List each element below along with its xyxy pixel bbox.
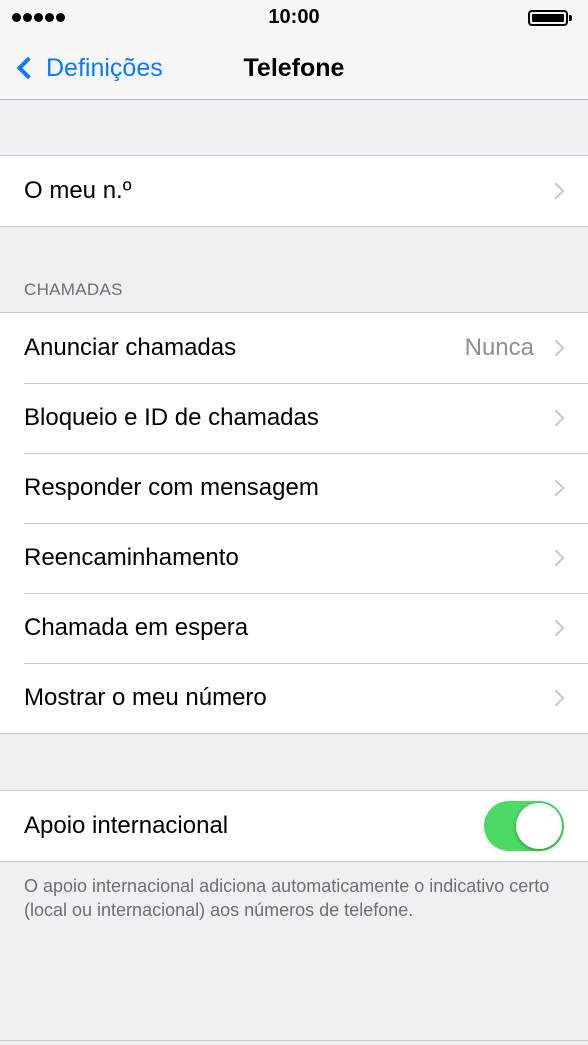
row-label: Anunciar chamadas xyxy=(24,334,237,361)
chevron-right-icon xyxy=(547,182,565,200)
row-label: Chamada em espera xyxy=(24,614,249,641)
row-respond-with-message[interactable]: Responder com mensagem xyxy=(0,453,588,523)
row-value: Nunca xyxy=(464,334,534,361)
toggle-knob xyxy=(516,803,562,849)
battery-full-icon xyxy=(528,10,572,26)
row-label: Bloqueio e ID de chamadas xyxy=(24,404,319,431)
chevron-right-icon xyxy=(547,689,565,707)
calls-group: Anunciar chamadas Nunca Bloqueio e ID de… xyxy=(0,312,588,734)
row-my-number[interactable]: O meu n.º xyxy=(0,156,588,226)
international-group: Apoio internacional xyxy=(0,790,588,862)
row-label: O meu n.º xyxy=(24,177,132,204)
my-number-group: O meu n.º xyxy=(0,155,588,227)
international-assist-toggle[interactable] xyxy=(484,801,564,851)
row-call-waiting[interactable]: Chamada em espera xyxy=(0,593,588,663)
row-announce-calls[interactable]: Anunciar chamadas Nunca xyxy=(0,313,588,383)
row-label: Reencaminhamento xyxy=(24,544,239,571)
row-show-my-caller-id[interactable]: Mostrar o meu número xyxy=(0,663,588,733)
international-footer-note: O apoio internacional adiciona automatic… xyxy=(24,876,550,920)
row-international-assist: Apoio internacional xyxy=(0,791,588,861)
navigation-bar: Definições Telefone xyxy=(0,36,588,100)
chevron-right-icon xyxy=(547,339,565,357)
chevron-right-icon xyxy=(547,619,565,637)
row-label: Mostrar o meu número xyxy=(24,684,267,711)
chevron-right-icon xyxy=(547,479,565,497)
chevron-right-icon xyxy=(547,409,565,427)
row-call-forwarding[interactable]: Reencaminhamento xyxy=(0,523,588,593)
page-title: Telefone xyxy=(243,54,345,82)
row-label: Apoio internacional xyxy=(24,812,229,839)
status-bar: 10:00 xyxy=(0,0,588,36)
section-header-calls: CHAMADAS xyxy=(24,280,123,299)
row-blocking-caller-id[interactable]: Bloqueio e ID de chamadas xyxy=(0,383,588,453)
chevron-right-icon xyxy=(547,549,565,567)
divider xyxy=(0,1040,588,1041)
row-label: Responder com mensagem xyxy=(24,474,319,501)
status-time: 10:00 xyxy=(268,6,320,28)
